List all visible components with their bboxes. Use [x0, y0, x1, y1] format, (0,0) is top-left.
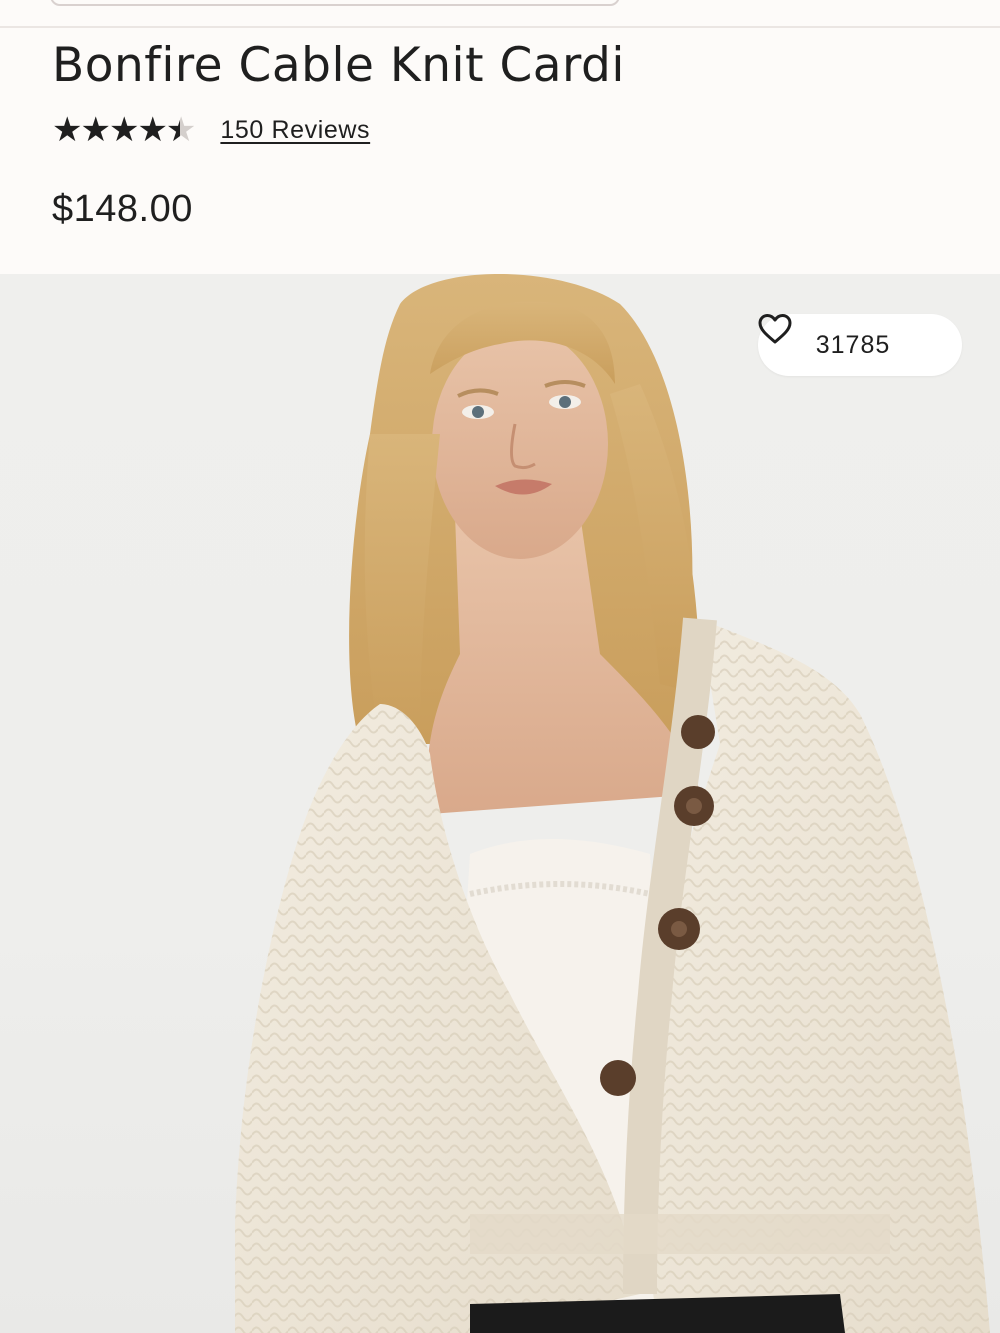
rating-row: ★★★★★ ★★★★★ 150 Reviews	[52, 112, 370, 148]
product-price: $148.00	[52, 188, 193, 230]
product-image[interactable]: 31785	[0, 274, 1000, 1333]
favorite-count: 31785	[815, 330, 891, 359]
top-bar	[0, 0, 1000, 28]
favorite-button[interactable]: 31785	[758, 314, 962, 376]
star-rating-filled: ★★★★★	[52, 112, 180, 148]
product-header: Bonfire Cable Knit Cardi ★★★★★ ★★★★★ 150…	[0, 28, 1000, 274]
product-title: Bonfire Cable Knit Cardi	[52, 38, 625, 93]
face	[432, 329, 608, 559]
product-page: Bonfire Cable Knit Cardi ★★★★★ ★★★★★ 150…	[0, 0, 1000, 1333]
model-photo	[235, 274, 990, 1333]
search-bar[interactable]	[50, 0, 620, 6]
reviews-link[interactable]: 150 Reviews	[220, 116, 370, 145]
star-rating: ★★★★★ ★★★★★	[52, 112, 196, 148]
